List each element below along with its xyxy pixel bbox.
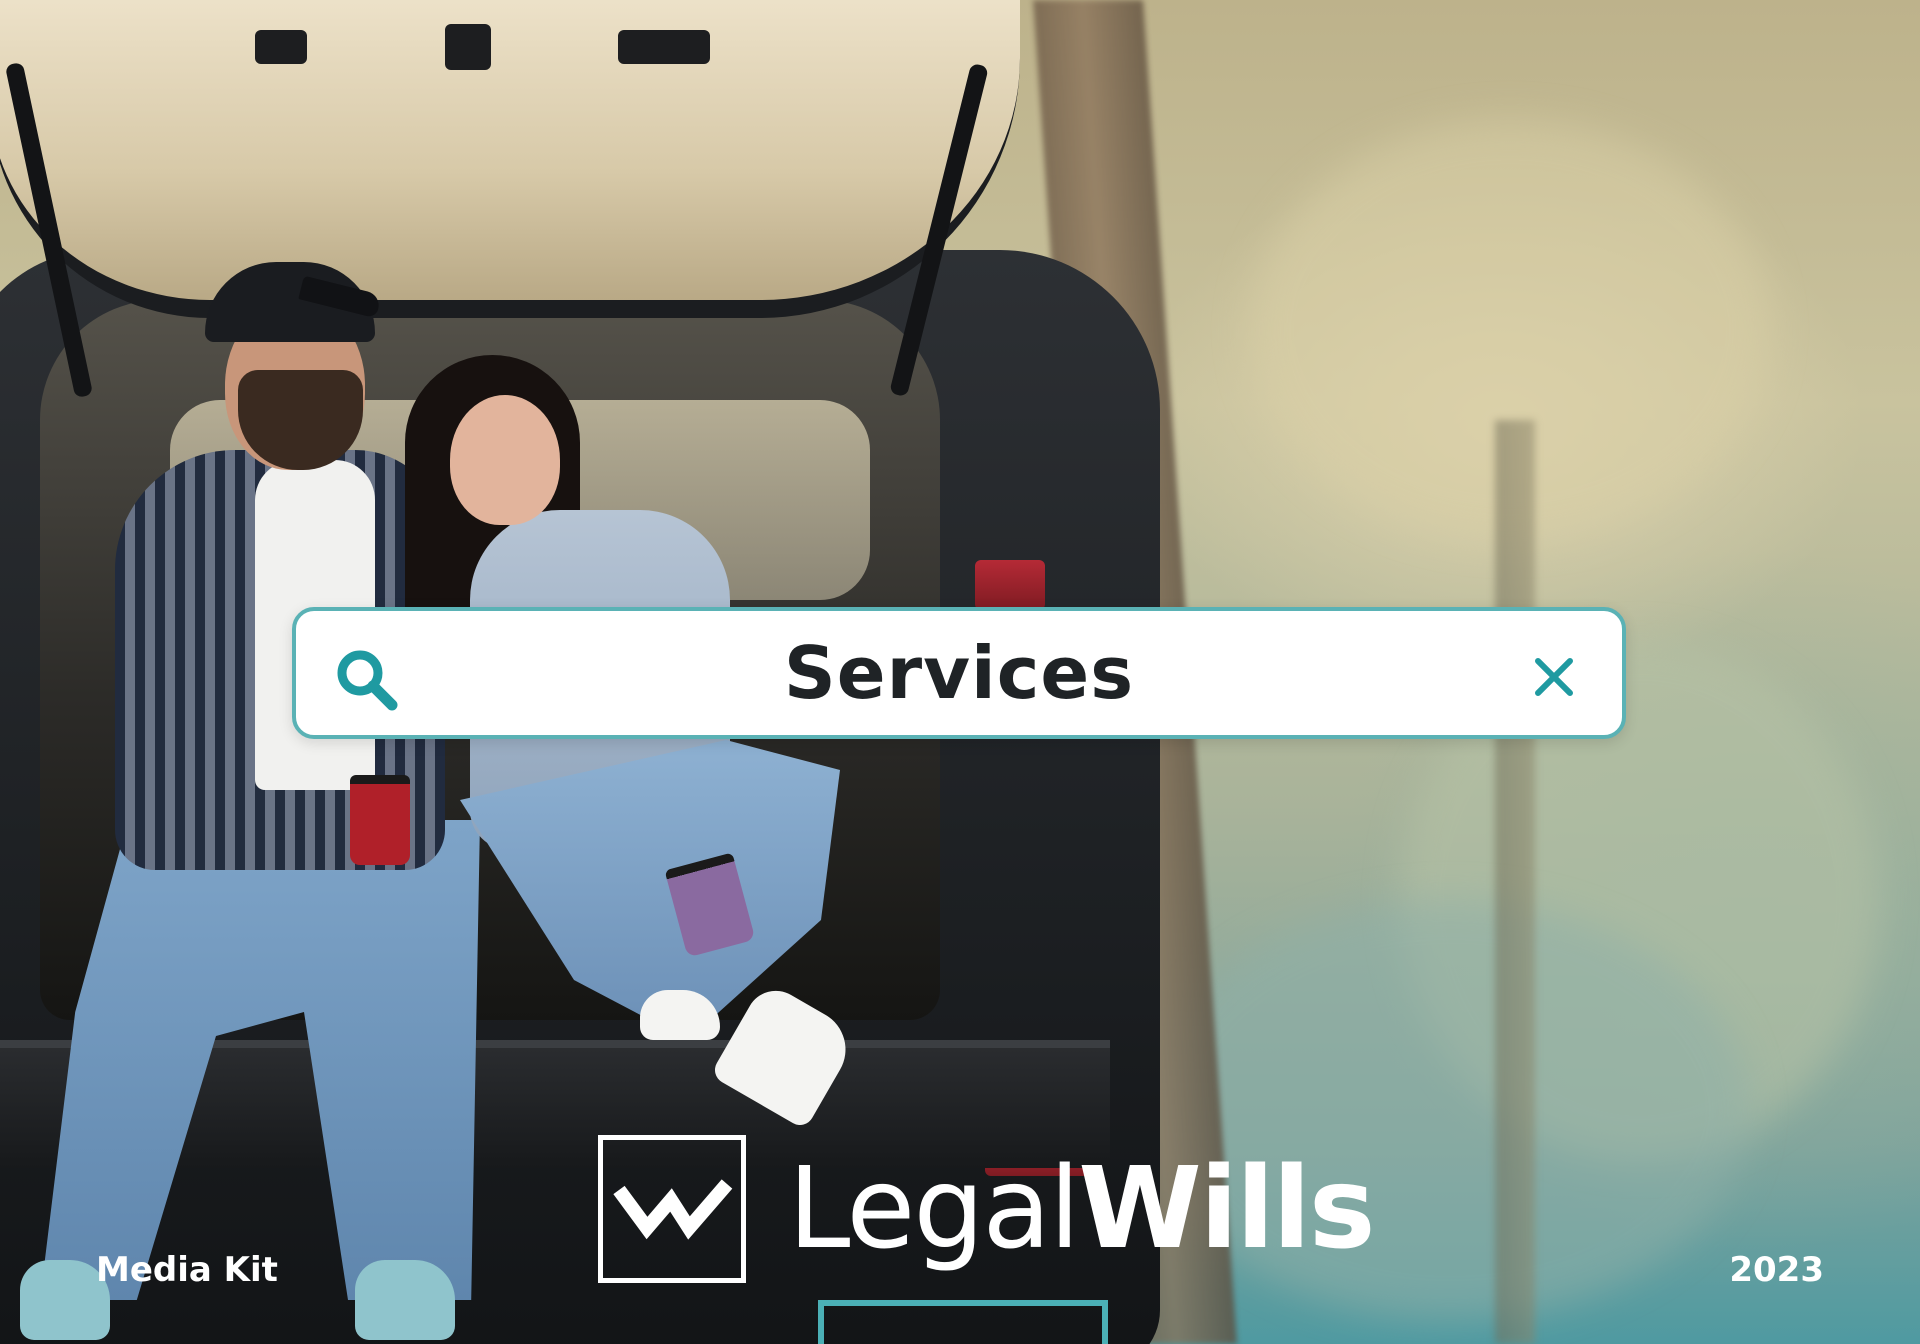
checkmark-logo-icon (598, 1135, 746, 1283)
year-label: 2023 (1729, 1250, 1824, 1290)
license-plate-frame (818, 1300, 1108, 1344)
brand-name-light: Legal (788, 1144, 1080, 1274)
hatch-camera (445, 24, 491, 70)
brand-logo: LegalWills (598, 1133, 1376, 1285)
sneaker (355, 1260, 455, 1340)
woman-face (450, 395, 560, 525)
coffee-cup (350, 775, 410, 865)
tree-trunk (1495, 420, 1535, 1344)
hatch-handle (255, 30, 307, 64)
media-kit-label: Media Kit (96, 1250, 278, 1290)
search-query[interactable]: Services (296, 611, 1622, 735)
search-bar[interactable]: Services (292, 607, 1626, 739)
brand-wordmark: LegalWills (788, 1153, 1376, 1265)
close-icon[interactable] (1532, 655, 1576, 699)
hatch-handle (618, 30, 710, 64)
car-hatch-door (0, 0, 1020, 318)
cover-page: Services Media Kit LegalWills 2023 (0, 0, 1920, 1344)
brand-name-bold: Wills (1078, 1144, 1375, 1274)
car-taillight (975, 560, 1045, 610)
